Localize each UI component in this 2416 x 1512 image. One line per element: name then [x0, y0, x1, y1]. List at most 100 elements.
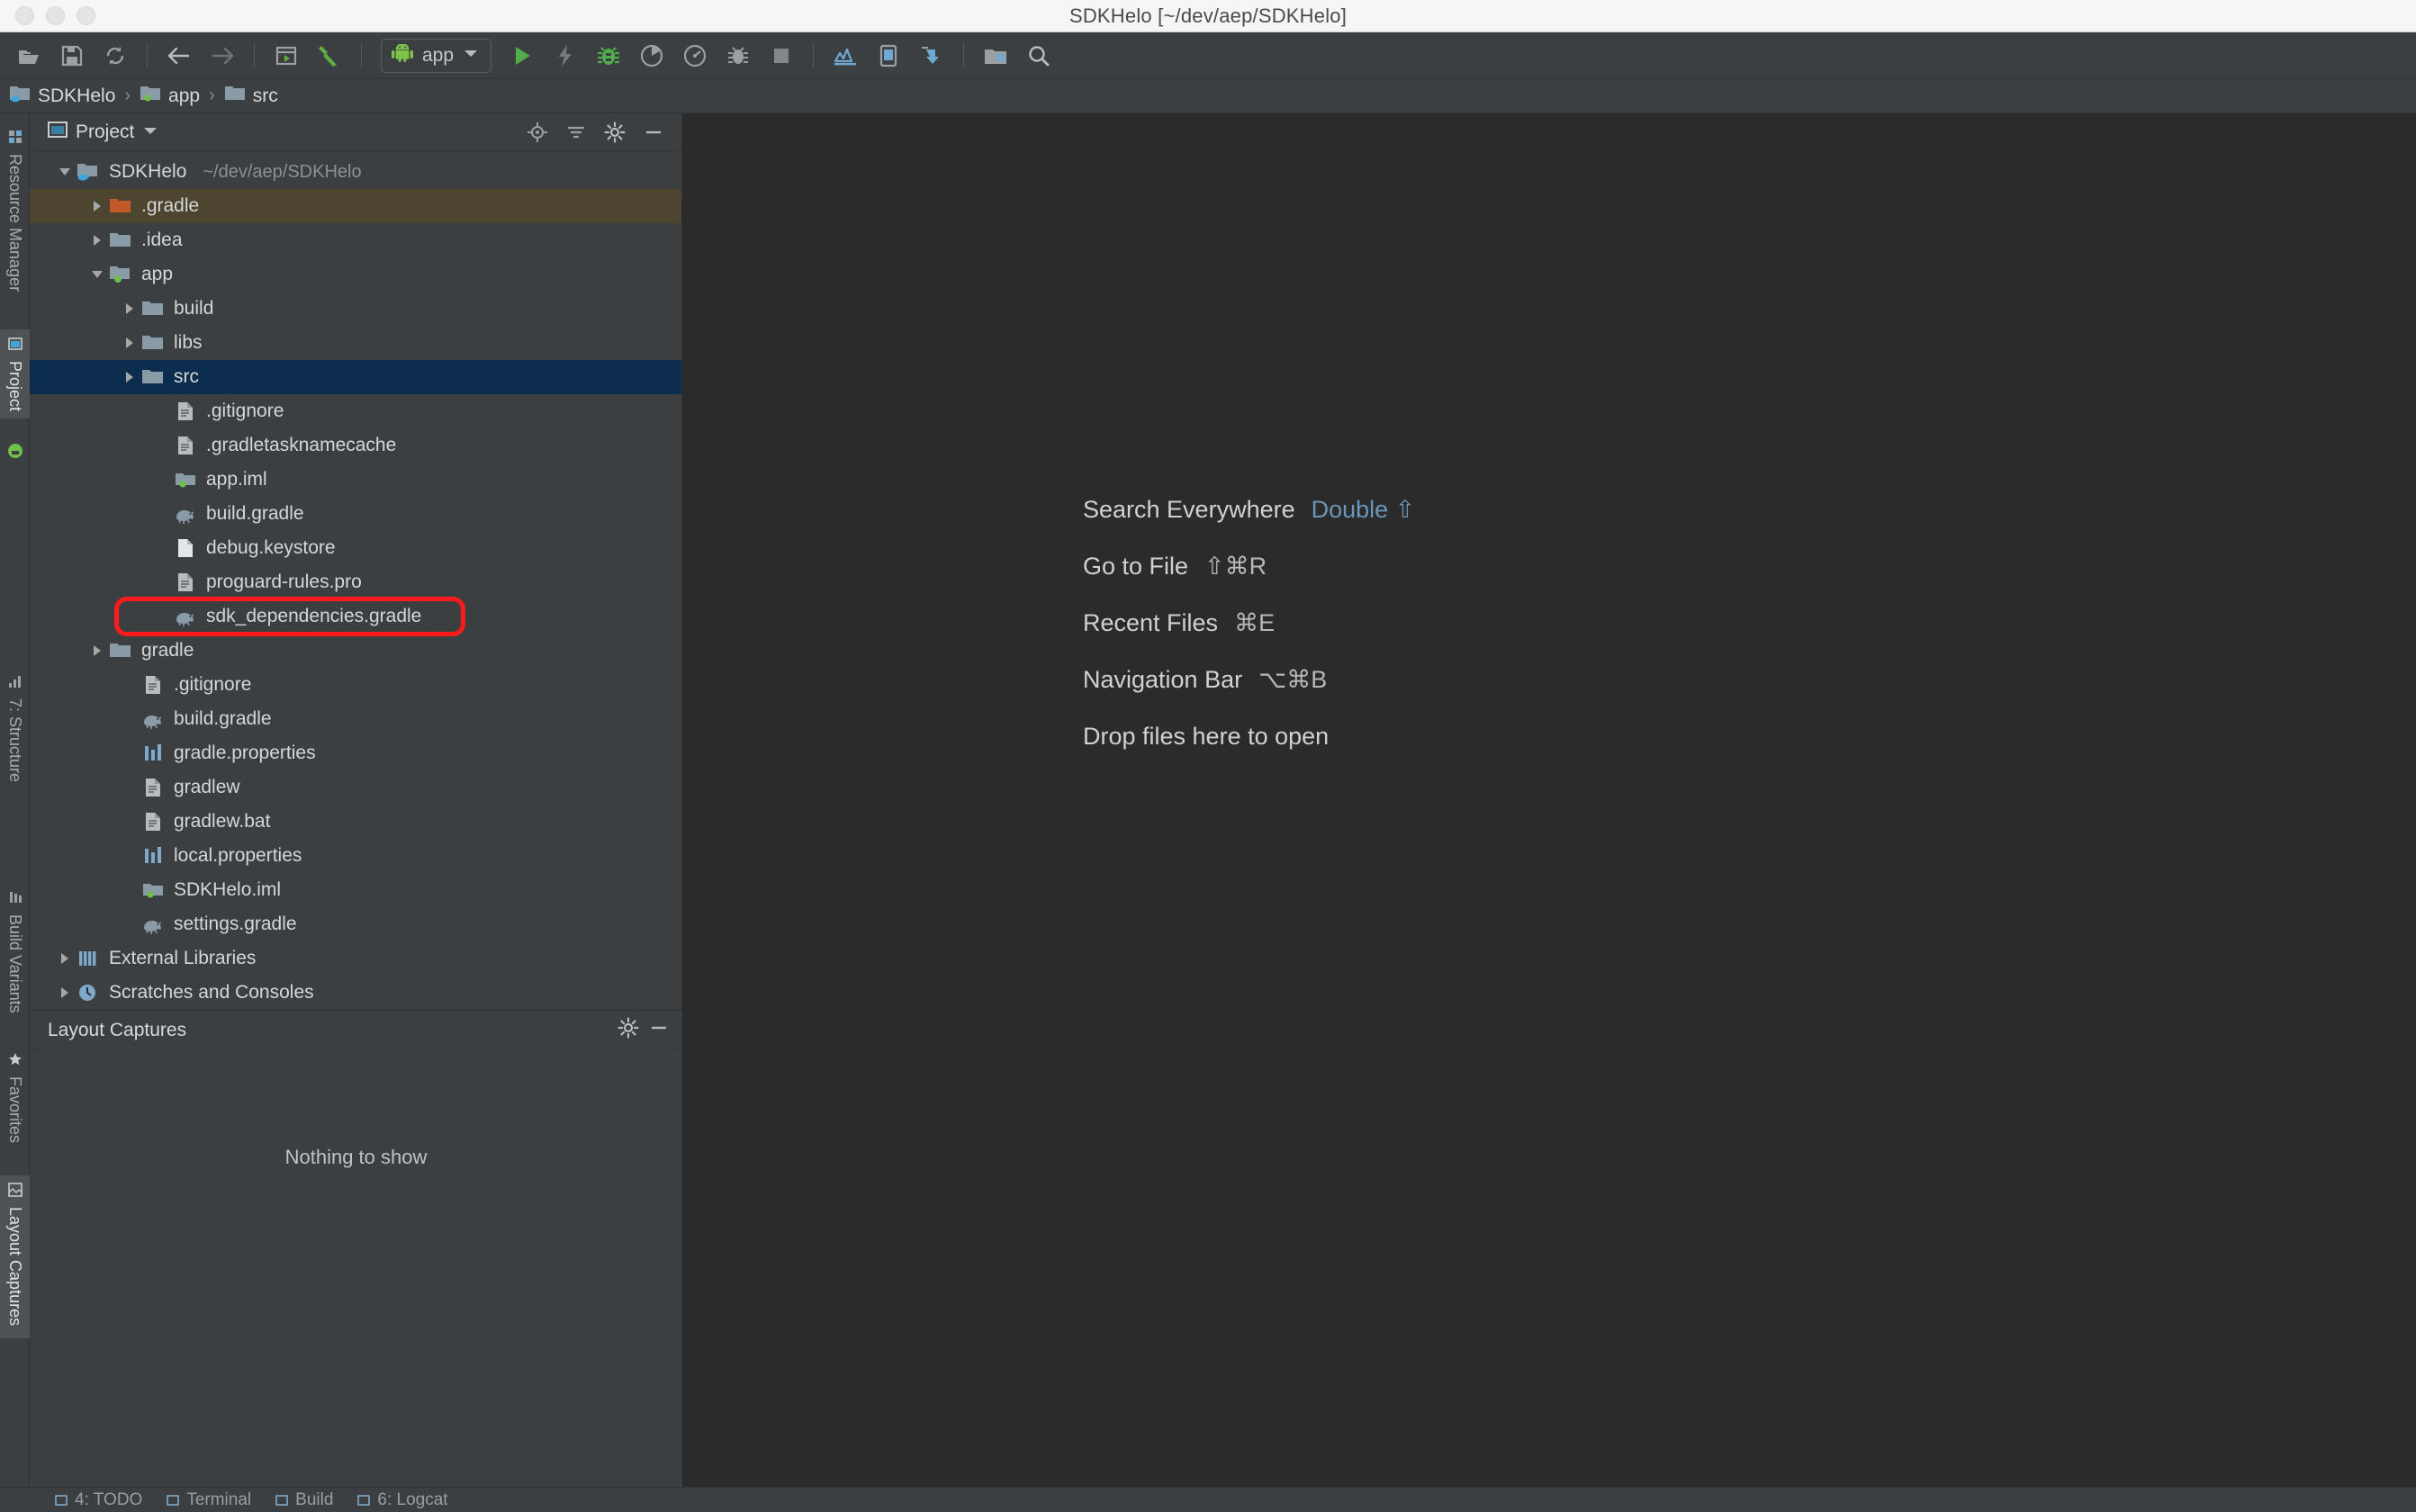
chevron-right-icon[interactable] [55, 976, 75, 1010]
status-bar-item[interactable]: Terminal [166, 1490, 251, 1510]
sync-icon[interactable] [95, 38, 135, 74]
tree-row[interactable]: app.iml [30, 463, 681, 497]
tree-row[interactable]: debug.keystore [30, 531, 681, 565]
layout-captures-header: Layout Captures [30, 1011, 682, 1050]
build-hammer-icon[interactable] [310, 38, 349, 74]
status-bar-item[interactable]: 6: Logcat [356, 1490, 448, 1510]
chevron-down-icon[interactable] [55, 155, 75, 189]
tree-row[interactable]: sdk_dependencies.gradle [30, 599, 681, 634]
sidebar-item-build-variants[interactable]: Build Variants [0, 883, 30, 1021]
breadcrumb-item-sdkhelo[interactable]: SDKHelo [9, 84, 115, 108]
module-java-folder-icon [9, 84, 31, 108]
sidebar-item-layout-captures[interactable]: Layout Captures [0, 1175, 30, 1339]
tree-row[interactable]: gradle [30, 634, 681, 668]
chevron-right-icon[interactable] [120, 292, 140, 326]
tree-row[interactable]: gradlew.bat [30, 805, 681, 839]
minimize-icon[interactable] [638, 119, 669, 146]
status-bar-item[interactable]: Build [275, 1490, 333, 1510]
editor-hint-row: Drop files here to open [1083, 723, 1415, 751]
tree-row[interactable]: build [30, 292, 681, 326]
run-configuration-selector[interactable]: app [381, 38, 492, 73]
gear-icon[interactable] [599, 119, 630, 146]
status-bar-item-label: Terminal [186, 1490, 252, 1509]
tree-row[interactable]: local.properties [30, 839, 681, 873]
tree-row-label: .gitignore [206, 400, 284, 421]
save-all-icon[interactable] [52, 38, 92, 74]
attach-debugger-icon[interactable] [718, 38, 758, 74]
collapse-all-icon[interactable] [561, 119, 591, 146]
scratches-icon [75, 982, 102, 1004]
iml-file-icon [172, 469, 199, 490]
search-everywhere-icon[interactable] [1019, 38, 1059, 74]
project-tree[interactable]: SDKHelo ~/dev/aep/SDKHelo .gradle .idea app b… [30, 151, 681, 1010]
tree-row[interactable]: External Libraries [30, 941, 681, 976]
sidebar-item-label: Resource Manager [6, 154, 24, 292]
chevron-right-icon[interactable] [87, 634, 107, 668]
tree-row-label: app [141, 264, 174, 284]
tree-row[interactable]: build.gradle [30, 702, 681, 736]
chevron-right-icon[interactable] [87, 189, 107, 223]
back-arrow-icon[interactable] [159, 38, 199, 74]
tree-row[interactable]: gradle.properties [30, 736, 681, 770]
tree-row[interactable]: build.gradle [30, 497, 681, 531]
breadcrumb-separator: › [209, 86, 215, 105]
chevron-right-icon[interactable] [120, 326, 140, 360]
run-coverage-icon[interactable] [632, 38, 672, 74]
tree-row[interactable]: .gitignore [30, 668, 681, 702]
tree-row-label: build.gradle [174, 708, 272, 729]
profiler-icon[interactable] [675, 38, 715, 74]
gear-icon[interactable] [618, 1017, 639, 1043]
forward-arrow-icon[interactable] [203, 38, 242, 74]
status-bar-item-label: 6: Logcat [377, 1490, 448, 1509]
stop-icon[interactable] [762, 38, 801, 74]
chevron-down-icon[interactable] [87, 257, 107, 292]
breadcrumb-item-src[interactable]: src [224, 84, 278, 108]
tree-row-label: External Libraries [109, 948, 257, 968]
tree-row[interactable]: src [30, 360, 681, 394]
locate-icon[interactable] [522, 119, 553, 146]
sidebar-item-resource-manager[interactable]: Resource Manager [0, 122, 30, 299]
avd-manager-icon[interactable] [869, 38, 908, 74]
chevron-down-icon[interactable] [142, 124, 158, 140]
tree-row[interactable]: .gradletasknamecache [30, 428, 681, 463]
tree-row[interactable]: SDKHelo ~/dev/aep/SDKHelo [30, 155, 681, 189]
tree-row[interactable]: settings.gradle [30, 907, 681, 941]
project-badge-icon [0, 436, 30, 471]
chevron-down-icon[interactable] [462, 47, 480, 64]
device-file-explorer-icon[interactable] [976, 38, 1015, 74]
tree-row[interactable]: .gitignore [30, 394, 681, 428]
breadcrumb-item-app[interactable]: app [140, 84, 200, 108]
apply-changes-icon[interactable] [545, 38, 585, 74]
tree-row[interactable]: SDKHelo.iml [30, 873, 681, 907]
tree-row[interactable]: gradlew [30, 770, 681, 805]
sidebar-item-project[interactable]: Project [0, 329, 30, 419]
minimize-icon[interactable] [648, 1017, 670, 1043]
editor-area[interactable]: Search Everywhere Double ⇧ Go to File ⇧⌘R Re… [682, 113, 2416, 1487]
open-project-icon[interactable] [9, 38, 49, 74]
editor-hint-row: Go to File ⇧⌘R [1083, 553, 1415, 580]
sidebar-item-label: 7: Structure [6, 698, 24, 783]
tree-row[interactable]: proguard-rules.pro [30, 565, 681, 599]
chevron-right-icon[interactable] [87, 223, 107, 257]
sidebar-item-favorites[interactable]: Favorites [0, 1045, 30, 1150]
run-icon[interactable] [502, 38, 542, 74]
tree-row-label: gradlew [174, 777, 240, 797]
status-bar-item[interactable]: 4: TODO [54, 1490, 142, 1510]
tree-row[interactable]: libs [30, 326, 681, 360]
sidebar-item-structure[interactable]: 7: Structure [0, 667, 30, 789]
tree-row[interactable]: .gradle [30, 189, 681, 223]
chevron-right-icon[interactable] [120, 360, 140, 394]
project-structure-icon[interactable] [266, 38, 306, 74]
sidebar-item-label: Layout Captures [6, 1207, 24, 1327]
sdk-manager-icon[interactable] [825, 38, 865, 74]
sync-gradle-icon[interactable] [912, 38, 951, 74]
android-robot-icon [391, 42, 414, 67]
tree-row-label: .idea [141, 230, 183, 250]
tree-row[interactable]: Scratches and Consoles [30, 976, 681, 1010]
status-bar-item-label: Build [295, 1490, 334, 1509]
tree-row[interactable]: app [30, 257, 681, 292]
tree-row[interactable]: .idea [30, 223, 681, 257]
chevron-right-icon[interactable] [55, 941, 75, 976]
run-configuration-label: app [422, 44, 455, 66]
debug-icon[interactable] [589, 38, 628, 74]
